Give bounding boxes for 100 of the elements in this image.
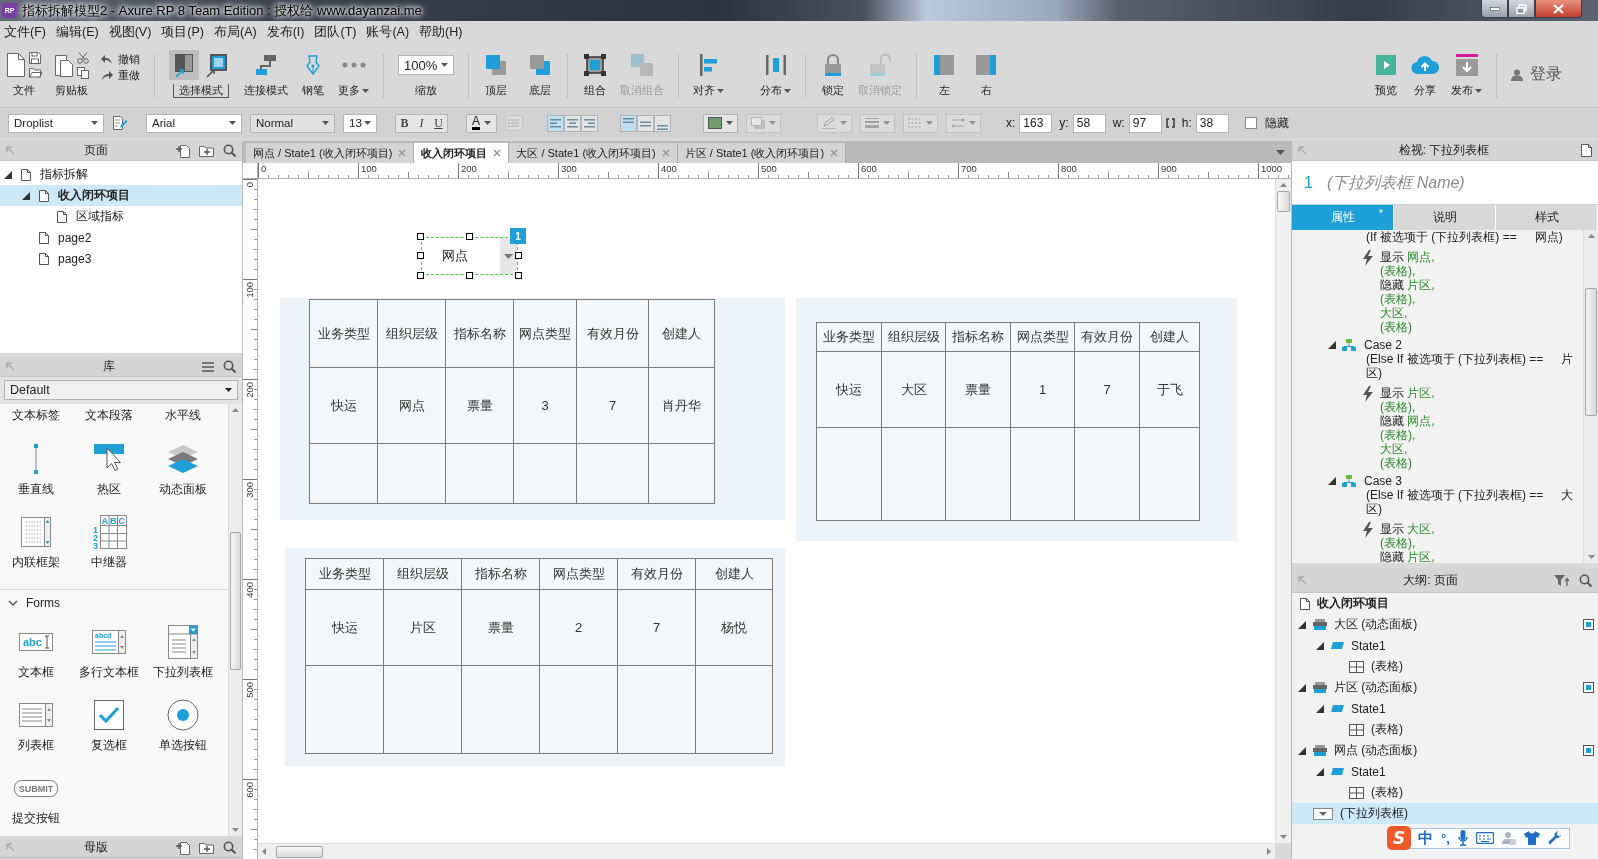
minimize-button[interactable] bbox=[1481, 0, 1508, 18]
expanded-triangle-icon[interactable] bbox=[1316, 704, 1324, 713]
style-edit-icon[interactable] bbox=[112, 116, 128, 130]
document-tab[interactable]: 网点 / State1 (收入闭环项目) bbox=[246, 143, 415, 163]
menu-item[interactable]: 文件(F) bbox=[4, 24, 46, 41]
resize-handle[interactable] bbox=[515, 272, 522, 279]
preview-button[interactable]: 预览 bbox=[1373, 50, 1399, 97]
align-button[interactable]: 对齐 bbox=[693, 50, 724, 97]
outline-page[interactable]: 收入闭环项目 bbox=[1292, 593, 1598, 614]
document-tab[interactable]: 片区 / State1 (收入闭环项目) bbox=[677, 143, 847, 163]
underline-button[interactable]: U bbox=[430, 114, 447, 132]
add-folder-icon[interactable] bbox=[199, 144, 214, 157]
menu-item[interactable]: 编辑(E) bbox=[55, 24, 99, 41]
close-button[interactable] bbox=[1535, 0, 1582, 18]
scrollbar[interactable] bbox=[1583, 230, 1598, 563]
add-folder-icon[interactable] bbox=[199, 841, 214, 854]
page-tree-item[interactable]: 区域指标 bbox=[0, 206, 242, 227]
scrollbar-thumb[interactable] bbox=[230, 532, 241, 670]
lock-button[interactable]: 锁定 bbox=[820, 50, 846, 97]
expanded-triangle-icon[interactable] bbox=[1328, 341, 1336, 349]
dynamic-panel[interactable]: 业务类型 组织层级 指标名称 网点类型 有效月份 创建人 快运 网点 票量 3 7 肖丹华 bbox=[280, 298, 785, 520]
square-marker-icon[interactable] bbox=[1583, 619, 1594, 630]
resize-handle[interactable] bbox=[465, 272, 473, 279]
distribute-button[interactable]: 分布 bbox=[760, 50, 791, 97]
widget-item[interactable]: 内联框架 bbox=[0, 505, 72, 578]
send-to-back-button[interactable]: 底层 bbox=[527, 50, 553, 97]
left-button[interactable]: 左 bbox=[931, 50, 957, 97]
new-page-icon[interactable] bbox=[6, 52, 26, 78]
widget-item[interactable]: SUBMIT 提交按钮 bbox=[0, 761, 72, 834]
scroll-right-arrow-icon[interactable] bbox=[1267, 848, 1271, 855]
group-button[interactable]: 组合 bbox=[582, 50, 608, 97]
resize-handle[interactable] bbox=[417, 252, 424, 259]
square-marker-icon[interactable] bbox=[1583, 682, 1594, 693]
outline-item[interactable]: State1 bbox=[1292, 761, 1598, 782]
widget-item[interactable]: 列表框 bbox=[0, 688, 72, 761]
square-marker-icon[interactable] bbox=[1583, 745, 1594, 756]
outline-item[interactable]: (表格) bbox=[1292, 782, 1598, 803]
menu-icon[interactable] bbox=[202, 361, 214, 372]
align-top-icon[interactable] bbox=[620, 114, 637, 132]
library-dropdown[interactable]: Default bbox=[4, 380, 238, 400]
expanded-triangle-icon[interactable] bbox=[1298, 683, 1306, 692]
bold-button[interactable]: B bbox=[396, 114, 413, 132]
more-button[interactable]: 更多 bbox=[338, 50, 369, 97]
expanded-triangle-icon[interactable] bbox=[1298, 620, 1306, 629]
font-color-button[interactable]: A bbox=[466, 113, 497, 133]
input-mode-label[interactable]: 中 bbox=[1418, 828, 1433, 848]
case-row[interactable]: Case 3 bbox=[1292, 474, 1583, 488]
save-icon[interactable] bbox=[29, 52, 41, 64]
search-icon[interactable] bbox=[223, 144, 236, 157]
hidden-checkbox[interactable] bbox=[1244, 117, 1257, 129]
font-size-dropdown[interactable]: 13 bbox=[343, 113, 377, 133]
widget-label[interactable]: 文本段落 bbox=[72, 404, 146, 426]
widget-item[interactable]: 垂直线 bbox=[0, 432, 72, 505]
scissors-icon[interactable] bbox=[77, 51, 89, 64]
inspector-tab[interactable]: 说明 bbox=[1394, 205, 1496, 230]
add-page-icon[interactable] bbox=[176, 840, 190, 855]
scroll-down-arrow-icon[interactable] bbox=[232, 828, 239, 832]
widget-label[interactable]: 文本标签 bbox=[0, 404, 72, 426]
outline-item[interactable]: (表格) bbox=[1292, 719, 1598, 740]
align-center-icon[interactable] bbox=[564, 114, 581, 132]
shirt-icon[interactable] bbox=[1523, 831, 1540, 845]
widget-item[interactable]: 单选按钮 bbox=[146, 688, 220, 761]
paste-icon[interactable] bbox=[54, 52, 74, 78]
outline-item[interactable]: 网点 (动态面板) bbox=[1292, 740, 1598, 761]
add-page-icon[interactable] bbox=[176, 143, 190, 158]
bring-to-front-button[interactable]: 顶层 bbox=[483, 50, 509, 97]
scrollbar-thumb[interactable] bbox=[1277, 191, 1290, 212]
scrollbar-thumb[interactable] bbox=[276, 845, 323, 858]
wrench-icon[interactable] bbox=[1547, 831, 1562, 845]
x-field[interactable]: 163 bbox=[1019, 113, 1053, 133]
menu-item[interactable]: 帮助(H) bbox=[419, 24, 463, 41]
open-folder-icon[interactable] bbox=[29, 67, 42, 78]
intersect-select-icon[interactable] bbox=[169, 50, 199, 80]
expanded-triangle-icon[interactable] bbox=[1328, 477, 1336, 485]
resize-handle[interactable] bbox=[515, 252, 522, 259]
caret-icon[interactable] bbox=[1276, 149, 1285, 155]
outline-item[interactable]: State1 bbox=[1292, 698, 1598, 719]
menu-item[interactable]: 团队(T) bbox=[314, 24, 357, 41]
width-field[interactable]: 97 bbox=[1128, 113, 1162, 133]
login-button[interactable]: 登录 bbox=[1511, 64, 1562, 85]
scroll-up-arrow-icon[interactable] bbox=[1280, 183, 1287, 187]
page-tree-item[interactable]: page3 bbox=[0, 248, 242, 269]
outline-item[interactable]: 片区 (动态面板) bbox=[1292, 677, 1598, 698]
align-middle-icon[interactable] bbox=[637, 114, 654, 132]
menu-item[interactable]: 布局(A) bbox=[214, 24, 257, 41]
widget-label[interactable]: 水平线 bbox=[146, 404, 220, 426]
widget-item[interactable]: 热区 bbox=[72, 432, 146, 505]
scrollbar[interactable] bbox=[1275, 179, 1291, 843]
menu-item[interactable]: 视图(V) bbox=[108, 24, 152, 41]
menu-item[interactable]: 发布(I) bbox=[266, 24, 305, 41]
document-tab[interactable]: 大区 / State1 (收入闭环项目) bbox=[509, 143, 678, 163]
scrollbar-thumb[interactable] bbox=[1585, 288, 1597, 416]
height-field[interactable]: 38 bbox=[1195, 113, 1229, 133]
page-tree-item[interactable]: 收入闭环项目 bbox=[0, 185, 242, 206]
outline-item[interactable]: State1 bbox=[1292, 635, 1598, 656]
scrollbar[interactable] bbox=[258, 843, 1275, 859]
publish-button[interactable]: 发布 bbox=[1451, 50, 1482, 97]
widget-type-dropdown[interactable]: Droplist bbox=[8, 113, 104, 133]
page-tree-item[interactable]: page2 bbox=[0, 227, 242, 248]
widget-item[interactable]: 复选框 bbox=[72, 688, 146, 761]
